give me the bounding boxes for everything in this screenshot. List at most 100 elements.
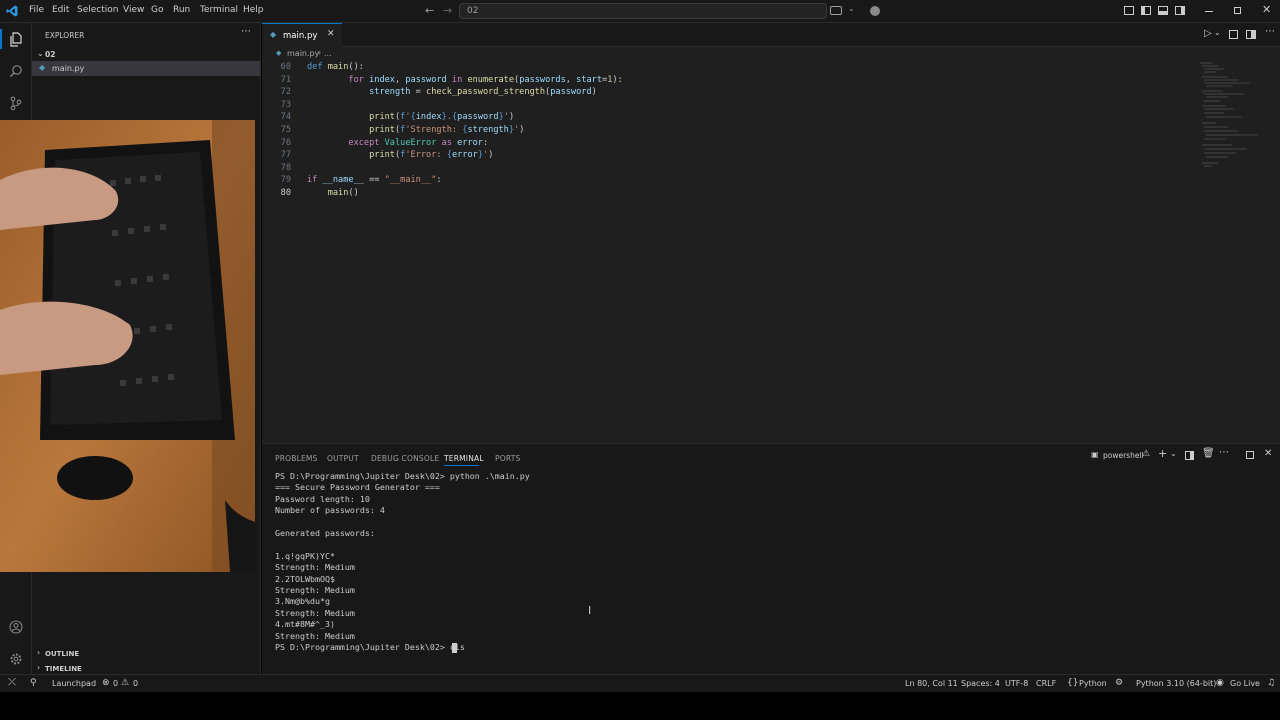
warning-count[interactable]: 0 [133,679,138,688]
code-token: ) [488,150,494,161]
line-number: 71 [280,74,291,85]
python-file-icon: ◆ [270,30,277,39]
active-indicator [0,29,2,49]
minimap[interactable] [1198,61,1268,171]
tab-main-py[interactable]: ◆ main.py ✕ [262,23,342,47]
search-icon[interactable] [9,64,23,78]
code-text: def main(): [307,62,364,72]
terminal-line: Password length: 10 [275,493,370,504]
file-item-main-py[interactable]: ◆ main.py [32,61,260,76]
indentation[interactable]: Spaces: 4 [961,679,1000,688]
code-line: 74 print(f'{index}.{password}') [262,112,1192,125]
open-preview-icon[interactable] [1229,30,1238,39]
menu-file[interactable]: File [29,5,44,15]
tab-output[interactable]: OUTPUT [327,454,359,463]
code-token: passwords [519,74,566,85]
new-terminal-plus-icon[interactable]: + [1158,447,1167,460]
chevron-down-icon[interactable]: ⌄ [1170,449,1177,458]
trash-icon[interactable]: 🗑 [1202,448,1215,459]
toggle-secondary-sidebar-icon[interactable] [1175,6,1185,15]
menu-terminal[interactable]: Terminal [200,5,238,15]
menu-go[interactable]: Go [151,5,163,15]
run-python-file-icon[interactable]: ▷ [1204,28,1212,39]
editor-tab-bar: ◆ main.py ✕ ▷ ⌄ ⋯ [262,23,1280,47]
tab-ports[interactable]: PORTS [495,454,520,463]
launchpad-item[interactable]: Launchpad [52,679,96,688]
outline-section[interactable]: OUTLINE [45,650,79,658]
command-center[interactable]: 02 [459,3,827,19]
code-token: password [550,87,592,98]
bottom-panel: PROBLEMS OUTPUT DEBUG CONSOLE TERMINAL P… [262,443,1280,674]
code-token: , [565,74,577,85]
close-window-icon[interactable]: ✕ [1262,3,1271,16]
copilot-chat-icon[interactable] [830,6,842,15]
chevron-down-icon[interactable]: ⌄ [848,4,855,13]
file-name: main.py [52,64,85,73]
line-endings[interactable]: CRLF [1036,679,1056,688]
menu-help[interactable]: Help [243,5,264,15]
remote-icon[interactable]: ⤫ [8,677,16,688]
menu-run[interactable]: Run [173,5,190,15]
copilot-icon[interactable] [870,6,880,16]
toggle-sidebar-icon[interactable] [1141,6,1151,15]
account-icon[interactable] [9,620,23,634]
menu-view[interactable]: View [123,5,144,15]
code-token: error [451,150,478,161]
chevron-down-icon[interactable]: ⌄ [1214,28,1221,37]
language-mode[interactable]: Python [1079,679,1107,688]
explorer-icon[interactable] [9,32,23,47]
interpreter-gear-icon: ⚙ [1115,678,1124,688]
timeline-section[interactable]: TIMELINE [45,665,82,673]
chevron-down-icon[interactable]: ⌄ [37,49,44,58]
chevron-right-icon[interactable]: › [37,648,40,657]
warning-icon: ⚠ [1142,449,1151,459]
settings-gear-icon[interactable] [9,652,23,666]
minimize-icon[interactable] [1205,11,1213,12]
error-icon: ⊗ [102,678,110,688]
code-token: 'Error: [405,150,447,161]
restore-icon[interactable] [1234,7,1241,14]
chevron-right-icon[interactable]: › [37,663,40,672]
cursor-position[interactable]: Ln 80, Col 11 [905,679,958,688]
toggle-panel-icon[interactable] [1158,6,1168,15]
code-editor[interactable]: 60 def main(): 71 for index, password in e… [262,61,1280,443]
split-terminal-icon[interactable] [1185,451,1194,460]
command-center-text: 02 [467,6,479,16]
layout-customize-icon[interactable] [1124,6,1134,15]
more-actions-icon[interactable]: ⋯ [1265,26,1275,37]
tab-label: main.py [283,31,318,41]
encoding[interactable]: UTF-8 [1005,679,1028,688]
tab-terminal[interactable]: TERMINAL [444,454,484,463]
menu-edit[interactable]: Edit [52,5,69,15]
code-token: main [327,188,349,198]
more-actions-icon[interactable]: ⋯ [1219,447,1229,458]
go-live[interactable]: Go Live [1230,679,1260,688]
code-line: 78 [262,163,1192,176]
notifications-bell-icon[interactable]: ♫ [1267,678,1275,688]
shell-name[interactable]: powershell [1103,451,1144,460]
code-token: print [369,112,395,123]
split-editor-icon[interactable] [1246,30,1256,39]
tab-debug-console[interactable]: DEBUG CONSOLE [371,454,439,463]
tab-problems[interactable]: PROBLEMS [275,454,318,463]
menu-selection[interactable]: Selection [77,5,118,15]
python-interpreter[interactable]: Python 3.10 (64-bit) [1136,679,1216,688]
breadcrumb-rest[interactable]: ... [324,49,332,58]
breadcrumb-file[interactable]: main.py [287,49,319,58]
forward-arrow-icon[interactable]: → [443,4,452,17]
close-tab-icon[interactable]: ✕ [327,29,335,39]
back-arrow-icon[interactable]: ← [425,4,434,17]
more-actions-icon[interactable]: ⋯ [241,26,251,37]
source-control-icon[interactable] [9,96,23,111]
error-count[interactable]: 0 [113,679,118,688]
line-number: 77 [280,150,291,161]
code-token: : [482,137,489,148]
code-token: for [348,74,370,85]
folder-name[interactable]: 02 [45,50,55,59]
close-panel-icon[interactable]: ✕ [1264,448,1272,459]
title-bar: File Edit Selection View Go Run Terminal… [0,0,1280,23]
code-text: main() [307,188,359,198]
maximize-panel-icon[interactable] [1246,451,1254,459]
code-line: 71 for index, password in enumerate(pass… [262,75,1192,88]
